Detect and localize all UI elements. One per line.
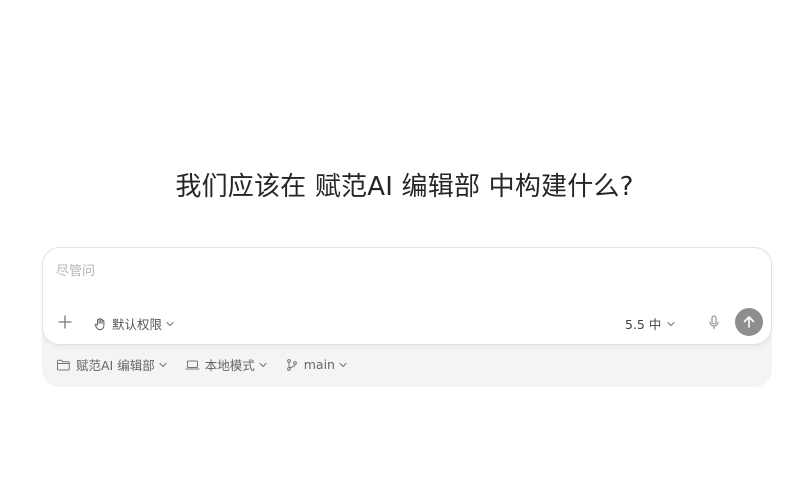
chevron-down-icon xyxy=(259,362,267,367)
workspace-selector[interactable]: 赋范AI 编辑部 xyxy=(56,355,167,374)
microphone-icon xyxy=(709,315,719,330)
folder-icon xyxy=(57,359,70,370)
page: 我们应该在 赋范AI 编辑部 中构建什么? 默认权限 xyxy=(0,0,809,489)
model-selector[interactable]: 5.5 中 xyxy=(625,314,675,333)
arrow-up-icon xyxy=(743,316,755,328)
composer-container: 默认权限 5.5 中 xyxy=(42,247,772,387)
composer: 默认权限 5.5 中 xyxy=(42,247,772,345)
page-title: 我们应该在 赋范AI 编辑部 中构建什么? xyxy=(175,172,634,202)
chevron-down-icon xyxy=(667,321,675,326)
add-attachment-button[interactable] xyxy=(57,314,73,330)
plus-icon xyxy=(58,315,72,329)
laptop-icon xyxy=(185,360,200,370)
branch-selector[interactable]: main xyxy=(285,357,347,372)
send-button[interactable] xyxy=(735,308,763,336)
chevron-down-icon xyxy=(339,362,347,367)
model-label: 5.5 中 xyxy=(625,317,662,332)
prompt-input[interactable] xyxy=(56,260,746,282)
mode-label: 本地模式 xyxy=(204,358,255,373)
chevron-down-icon xyxy=(159,362,167,367)
mode-selector[interactable]: 本地模式 xyxy=(185,355,267,374)
workspace-label: 赋范AI 编辑部 xyxy=(76,358,155,373)
hand-icon xyxy=(94,317,105,330)
permission-dropdown[interactable]: 默认权限 xyxy=(93,314,174,333)
context-bar: 赋范AI 编辑部 本地模式 main xyxy=(56,355,347,374)
voice-input-button[interactable] xyxy=(706,314,722,330)
git-branch-icon xyxy=(286,358,297,371)
permission-label: 默认权限 xyxy=(112,317,163,332)
chevron-down-icon xyxy=(166,321,174,326)
branch-label: main xyxy=(303,357,335,372)
